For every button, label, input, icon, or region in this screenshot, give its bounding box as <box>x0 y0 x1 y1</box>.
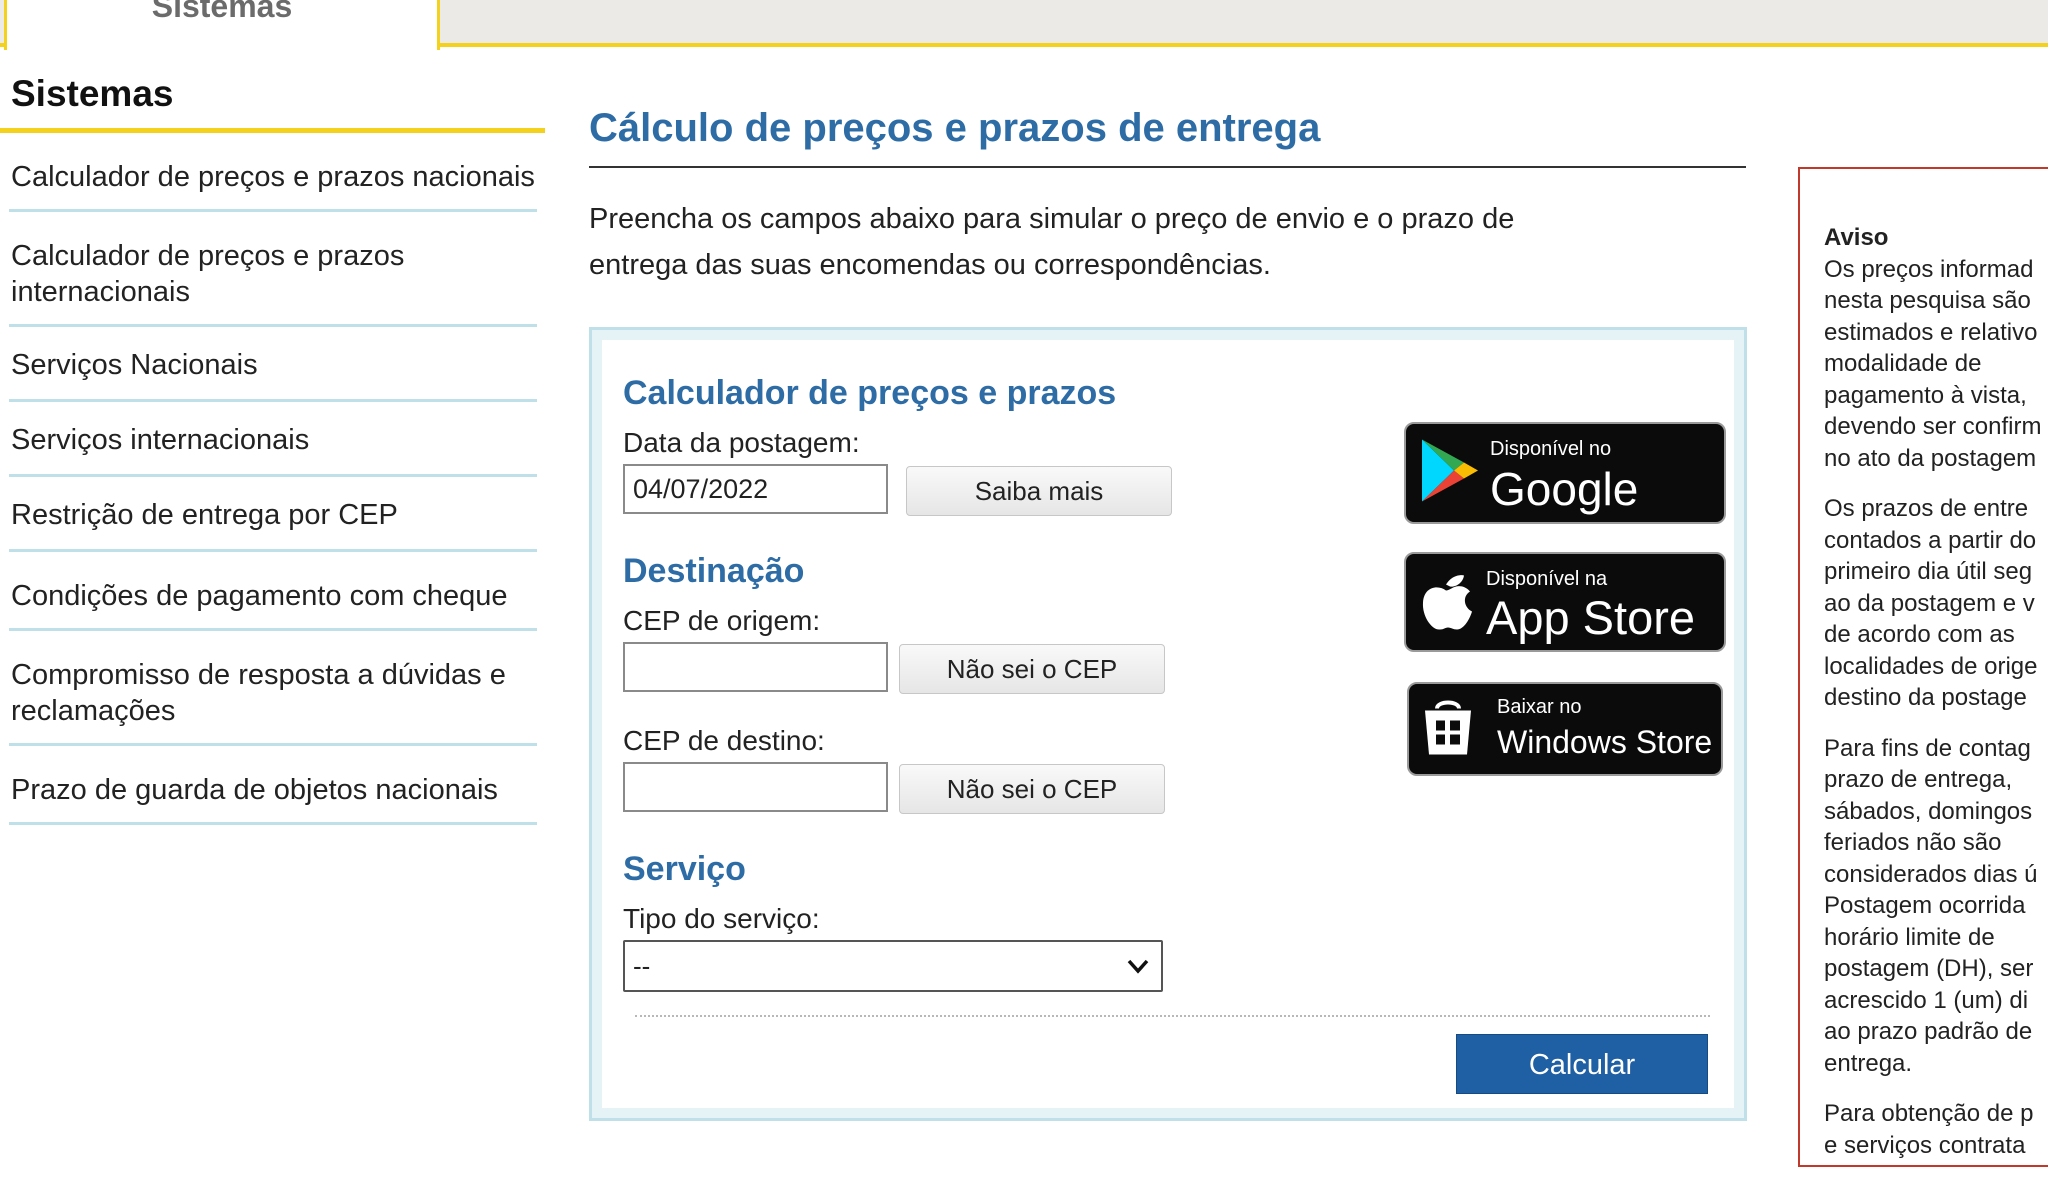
chevron-down-icon <box>1125 942 1151 1007</box>
windows-store-big-text: Windows Store <box>1497 724 1713 760</box>
calcular-button[interactable]: Calcular <box>1456 1034 1708 1094</box>
aviso-p1-line: Os preços informad <box>1824 255 2034 283</box>
aviso-p2-line: destino da postage <box>1824 684 2027 711</box>
sidebar-menu: Calculador de preços e prazos nacionais … <box>0 133 545 825</box>
service-type-value: -- <box>633 951 651 981</box>
origin-cep-input[interactable] <box>623 642 888 692</box>
nao-sei-cep-origin-button[interactable]: Não sei o CEP <box>899 644 1165 694</box>
aviso-p1-line: no ato da postagem <box>1824 444 2037 472</box>
app-store-big-text: App Store <box>1486 591 1696 644</box>
aviso-content: Aviso Os preços informad nesta pesquisa … <box>1824 222 2048 1180</box>
aviso-paragraph-3: Para fins de contag prazo de entrega, sá… <box>1824 733 2048 1080</box>
aviso-p1-line: modalidade de <box>1824 350 1982 377</box>
date-input[interactable] <box>623 464 888 514</box>
google-play-small-text: Disponível no <box>1490 438 1612 460</box>
aviso-p4-line: Para obtenção de p <box>1824 1100 2034 1127</box>
aviso-p3-line: Para fins de contag <box>1824 734 2031 762</box>
nao-sei-cep-dest-button[interactable]: Não sei o CEP <box>899 764 1165 814</box>
google-play-badge[interactable]: Disponível no Google play <box>1404 422 1726 569</box>
aviso-paragraph-1: Os preços informad nesta pesquisa são es… <box>1824 254 2048 475</box>
aviso-paragraph-2: Os prazos de entre contados a partir do … <box>1824 493 2048 714</box>
google-play-icon <box>1418 438 1480 509</box>
aviso-p2-line: de acordo com as <box>1824 621 2015 648</box>
page-title: Cálculo de preços e prazos de entrega <box>589 106 1321 150</box>
sidebar: Sistemas Calculador de preços e prazos n… <box>0 66 545 825</box>
calculator-title: Calculador de preços e prazos <box>623 374 1117 412</box>
dest-cep-input[interactable] <box>623 762 888 812</box>
sidebar-item-prazo-guarda[interactable]: Prazo de guarda de objetos nacionais <box>9 746 537 825</box>
aviso-p3-line: ao prazo padrão de <box>1824 1018 2033 1045</box>
service-type-select[interactable]: -- <box>623 940 1163 992</box>
sidebar-item-calculador-nacionais[interactable]: Calculador de preços e prazos nacionais <box>9 133 537 212</box>
sidebar-item-restricao-cep[interactable]: Restrição de entrega por CEP <box>9 477 537 552</box>
top-tab-bar: Sistemas <box>0 0 2048 50</box>
aviso-p3-line: considerados dias ú <box>1824 860 2038 888</box>
aviso-p2-line: contados a partir do <box>1824 526 2037 554</box>
aviso-p2-line: ao da postagem e v <box>1824 589 2035 617</box>
aviso-p3-line: Postagem ocorrida <box>1824 892 2026 919</box>
dest-cep-label: CEP de destino: <box>623 725 825 756</box>
calculator-form: Calculador de preços e prazos Data da po… <box>602 340 1734 1108</box>
apple-icon <box>1418 567 1474 638</box>
sidebar-item-servicos-internacionais[interactable]: Serviços internacionais <box>9 402 537 477</box>
aviso-p1-line: estimados e relativo <box>1824 318 2038 346</box>
intro-line-1: Preencha os campos abaixo para simular o… <box>589 203 1515 235</box>
sidebar-item-compromisso-resposta[interactable]: Compromisso de resposta a dúvidas e recl… <box>9 631 537 746</box>
sidebar-title: Sistemas <box>11 73 174 114</box>
title-divider <box>589 166 1746 168</box>
calculator-panel: Calculador de preços e prazos Data da po… <box>589 327 1747 1121</box>
aviso-p3-line: postagem (DH), ser <box>1824 955 2034 982</box>
aviso-p3-line: prazo de entrega, <box>1824 766 2013 793</box>
windows-store-small-text: Baixar no <box>1497 696 1582 718</box>
sidebar-item-servicos-nacionais[interactable]: Serviços Nacionais <box>9 327 537 402</box>
aviso-p2-line: localidades de orige <box>1824 652 2038 680</box>
app-store-small-text: Disponível na <box>1486 568 1608 590</box>
service-type-label: Tipo do serviço: <box>623 903 820 934</box>
date-label: Data da postagem: <box>623 427 860 458</box>
form-divider <box>635 1015 1710 1017</box>
aviso-p3-line: feriados não são <box>1824 829 2002 856</box>
aviso-p2-line: primeiro dia útil seg <box>1824 558 2033 585</box>
destination-title: Destinação <box>623 552 805 590</box>
sidebar-item-pagamento-cheque[interactable]: Condições de pagamento com cheque <box>9 552 537 631</box>
tab-sistemas-label: Sistemas <box>151 0 293 24</box>
aviso-p2-line: Os prazos de entre <box>1824 495 2029 522</box>
intro-line-2: entrega das suas encomendas ou correspon… <box>589 249 1271 281</box>
sidebar-item-calculador-internacionais[interactable]: Calculador de preços e prazos internacio… <box>9 212 537 327</box>
aviso-p3-line: sábados, domingos <box>1824 797 2033 825</box>
saiba-mais-button[interactable]: Saiba mais <box>906 466 1172 516</box>
aviso-p1-line: nesta pesquisa são <box>1824 287 2031 314</box>
aviso-p3-line: acrescido 1 (um) di <box>1824 986 2029 1014</box>
windows-store-badge[interactable]: Baixar no Windows Store <box>1407 682 1723 776</box>
origin-cep-label: CEP de origem: <box>623 605 821 636</box>
aviso-p3-line: horário limite de <box>1824 923 1995 951</box>
intro-text: Preencha os campos abaixo para simular o… <box>589 196 1749 288</box>
service-title: Serviço <box>623 850 746 888</box>
aviso-p1-line: devendo ser confirm <box>1824 413 2042 440</box>
app-store-badge[interactable]: Disponível na App Store <box>1404 552 1726 652</box>
aviso-p3-line: entrega. <box>1824 1049 1913 1077</box>
aviso-p1-line: pagamento à vista, <box>1824 381 2027 409</box>
windows-store-icon <box>1421 697 1475 762</box>
tab-sistemas[interactable]: Sistemas <box>4 0 440 50</box>
aviso-p4-line: e serviços contrata <box>1824 1131 2026 1159</box>
aviso-title: Aviso <box>1824 224 1889 251</box>
